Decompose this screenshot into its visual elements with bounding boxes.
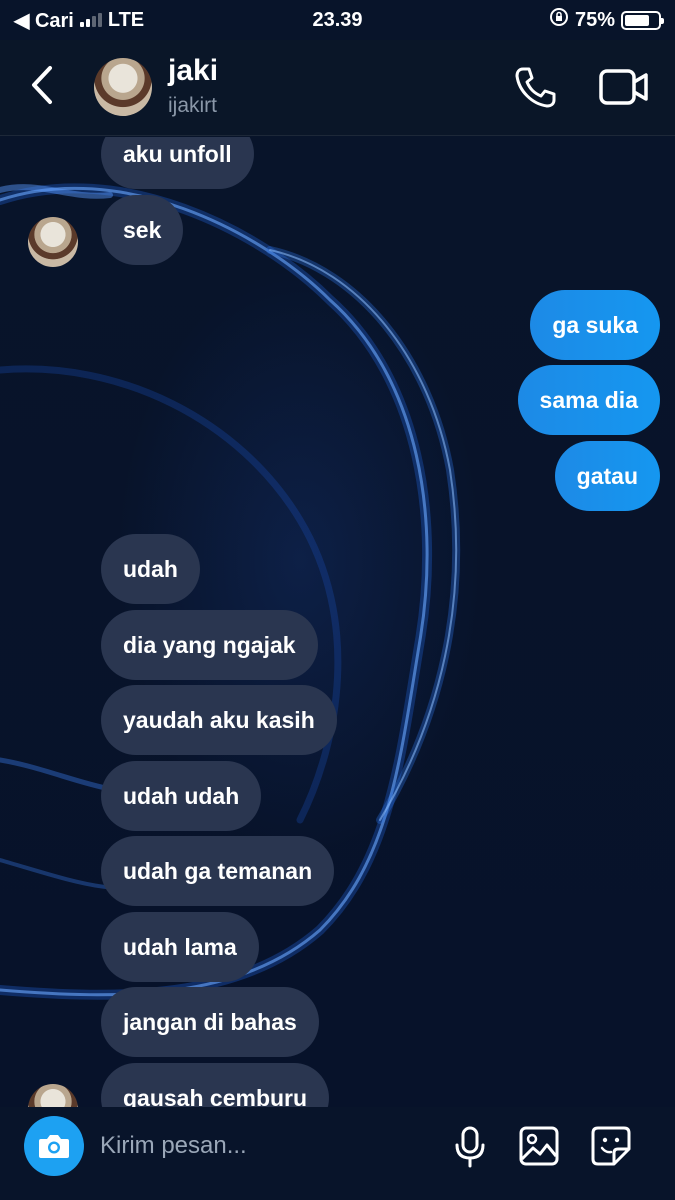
sticker-icon (591, 1126, 631, 1166)
status-left: ◀ Cari LTE (14, 8, 144, 33)
message-bubble-incoming[interactable]: sek (101, 195, 184, 265)
voice-message-button[interactable] (452, 1125, 488, 1169)
battery-percent: 75% (574, 8, 615, 31)
voice-call-button[interactable] (512, 64, 558, 110)
message-list[interactable]: aku unfoll sek ga suka sama dia gatau ud… (0, 137, 675, 1107)
signal-strength-icon (79, 13, 102, 27)
chevron-left-icon (32, 66, 52, 104)
status-bar: ◀ Cari LTE 23.39 75% (0, 0, 675, 40)
message-bubble-incoming[interactable]: dia yang ngajak (101, 610, 318, 680)
message-bubble-outgoing[interactable]: sama dia (517, 365, 660, 435)
orientation-lock-icon (549, 7, 569, 33)
sender-avatar[interactable] (28, 1084, 78, 1107)
contact-name[interactable]: jaki (168, 54, 218, 88)
conversation-header: jaki ijakirt (0, 40, 675, 136)
image-icon (519, 1126, 559, 1166)
sender-avatar[interactable] (28, 217, 78, 267)
gallery-button[interactable] (518, 1125, 560, 1167)
phone-icon (515, 67, 556, 108)
contact-avatar[interactable] (94, 58, 152, 116)
back-button[interactable] (26, 62, 60, 108)
camera-icon (39, 1135, 69, 1158)
microphone-icon (455, 1126, 485, 1168)
contact-handle[interactable]: ijakirt (168, 94, 217, 118)
message-composer (0, 1107, 675, 1200)
message-bubble-incoming[interactable]: udah ga temanan (101, 836, 335, 906)
video-camera-icon (599, 69, 648, 105)
message-input[interactable] (100, 1127, 430, 1165)
message-bubble-outgoing[interactable]: ga suka (530, 290, 660, 360)
network-type: LTE (107, 8, 145, 31)
message-bubble-incoming[interactable]: udah (101, 534, 200, 604)
camera-button[interactable] (24, 1116, 84, 1176)
message-bubble-incoming[interactable]: aku unfoll (101, 137, 254, 189)
message-bubble-incoming[interactable]: yaudah aku kasih (101, 685, 337, 755)
message-bubble-incoming[interactable]: udah udah (101, 761, 262, 831)
status-right: 75% (549, 7, 664, 33)
back-to-app-label[interactable]: ◀ Cari (14, 8, 74, 33)
battery-icon (621, 10, 664, 30)
battery-fill (625, 14, 649, 26)
sticker-button[interactable] (590, 1125, 632, 1167)
video-call-button[interactable] (598, 66, 650, 108)
message-bubble-incoming[interactable]: udah lama (101, 912, 259, 982)
message-bubble-incoming[interactable]: jangan di bahas (101, 987, 319, 1057)
message-bubble-incoming[interactable]: gausah cemburu (101, 1063, 330, 1107)
message-bubble-outgoing[interactable]: gatau (554, 441, 660, 511)
